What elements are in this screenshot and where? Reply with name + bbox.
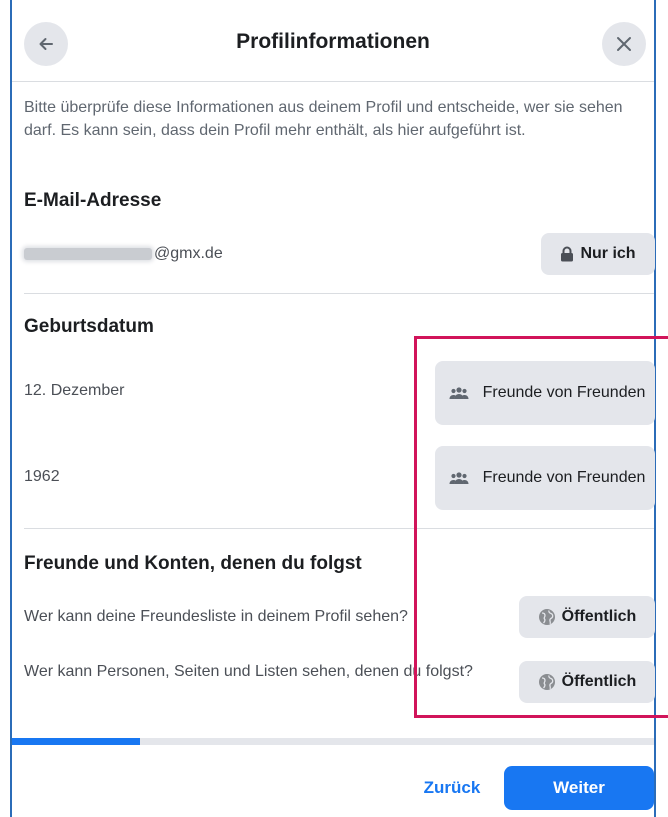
- email-audience-label: Nur ich: [580, 245, 636, 262]
- email-value: @gmx.de: [24, 245, 223, 263]
- intro-text: Bitte überprüfe diese Informationen aus …: [24, 99, 623, 139]
- header-divider: [12, 81, 654, 82]
- dialog-header: Profilinformationen: [10, 0, 656, 82]
- birthday-year-label: 1962: [24, 468, 60, 485]
- email-domain: @gmx.de: [154, 245, 223, 262]
- redacted-email-name: [24, 247, 152, 260]
- progress-fill: [12, 738, 141, 745]
- close-button[interactable]: [602, 22, 646, 66]
- email-audience-button[interactable]: Nur ich: [541, 233, 655, 275]
- lock-icon: [560, 246, 574, 262]
- section-divider: [24, 293, 654, 294]
- progress-bar: [12, 738, 654, 745]
- close-icon: [617, 37, 631, 51]
- dialog-title: Profilinformationen: [236, 30, 430, 53]
- friends-section-title: Freunde und Konten, denen du folgst: [24, 553, 362, 574]
- email-section-title: E-Mail-Adresse: [24, 190, 162, 211]
- birthday-day-label: 12. Dezember: [24, 382, 125, 399]
- back-footer-button[interactable]: Zurück: [412, 766, 492, 810]
- highlight-box: [414, 336, 668, 718]
- birthday-section-title: Geburtsdatum: [24, 316, 154, 337]
- next-button[interactable]: Weiter: [504, 766, 654, 810]
